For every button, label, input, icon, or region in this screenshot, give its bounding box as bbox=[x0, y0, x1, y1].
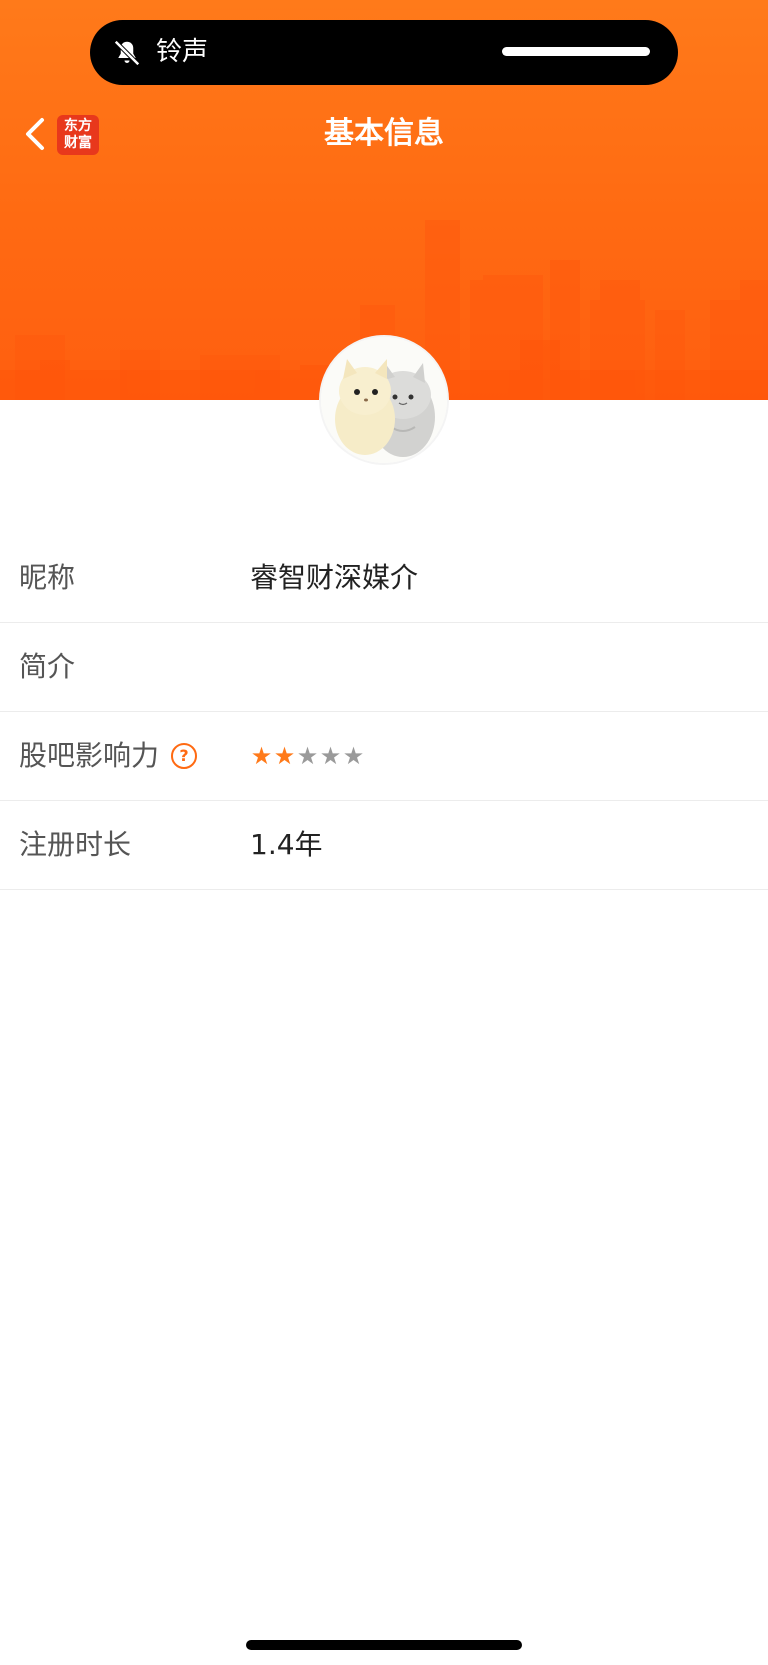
page-title: 基本信息 bbox=[324, 116, 444, 151]
cats-avatar-image bbox=[321, 337, 447, 463]
logo-line-2: 财富 bbox=[64, 135, 92, 151]
registration-value: 1.4年 bbox=[250, 828, 323, 861]
home-indicator[interactable] bbox=[246, 1640, 522, 1650]
bell-slash-icon bbox=[114, 40, 140, 66]
info-row-nickname: 昵称 睿智财深媒介 bbox=[0, 534, 768, 623]
star-4: ★ bbox=[319, 742, 342, 770]
chevron-left-icon[interactable] bbox=[20, 112, 50, 156]
registration-label: 注册时长 bbox=[19, 828, 132, 861]
star-1: ★ bbox=[250, 742, 273, 770]
nickname-label: 昵称 bbox=[19, 561, 76, 594]
avatar[interactable] bbox=[321, 337, 447, 463]
logo-line-1: 东方 bbox=[64, 118, 92, 134]
influence-rating: ★★★★★ bbox=[250, 712, 365, 800]
question-circle-icon[interactable]: ? bbox=[171, 743, 198, 769]
influence-label-wrap: 股吧影响力 ? bbox=[19, 712, 198, 800]
info-row-registration: 注册时长 1.4年 bbox=[0, 801, 768, 890]
profile-info-list: 昵称 睿智财深媒介 简介 股吧影响力 ? ★★★★★ 注册时长 1.4年 bbox=[0, 534, 768, 890]
info-row-influence: 股吧影响力 ? ★★★★★ bbox=[0, 712, 768, 801]
app-logo[interactable]: 东方 财富 bbox=[57, 115, 99, 155]
nickname-value: 睿智财深媒介 bbox=[250, 561, 419, 594]
star-5: ★ bbox=[342, 742, 365, 770]
bio-label: 简介 bbox=[19, 650, 76, 683]
influence-label: 股吧影响力 bbox=[19, 739, 160, 772]
ringer-mode-label: 铃声 bbox=[156, 37, 209, 67]
ringer-notification: 铃声 bbox=[90, 20, 678, 85]
star-3: ★ bbox=[296, 742, 319, 770]
volume-bar bbox=[502, 47, 650, 56]
info-row-bio: 简介 bbox=[0, 623, 768, 712]
star-2: ★ bbox=[273, 742, 296, 770]
